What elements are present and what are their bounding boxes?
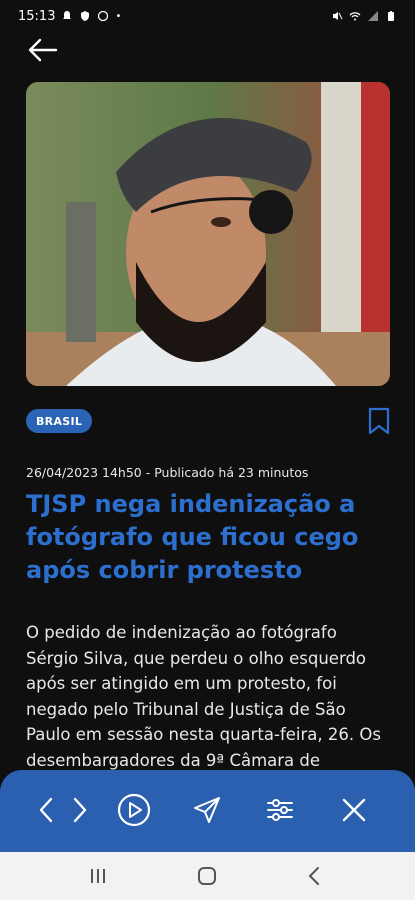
status-time: 15:13 [18, 8, 56, 24]
settings-button[interactable] [262, 792, 298, 828]
status-bar: 15:13 • [0, 0, 415, 32]
next-button[interactable] [62, 792, 98, 828]
article-photo [26, 82, 390, 386]
mute-icon [333, 12, 343, 20]
battery-icon [388, 11, 394, 21]
recent-apps-icon[interactable] [86, 864, 110, 888]
home-icon[interactable] [195, 864, 219, 888]
previous-button[interactable] [28, 792, 64, 828]
wifi-icon [349, 12, 361, 21]
article-title: TJSP nega indenização a fotógrafo que fi… [26, 490, 359, 584]
article-toolbar [0, 770, 415, 852]
system-nav-bar [0, 852, 415, 900]
settings-icon [267, 799, 293, 821]
whatsapp-icon [98, 10, 109, 22]
play-icon [117, 793, 151, 827]
shield-icon [81, 11, 90, 21]
previous-icon [39, 797, 53, 823]
signal-icon [368, 11, 378, 21]
next-icon [73, 797, 87, 823]
play-audio-button[interactable] [116, 792, 152, 828]
article-meta: 26/04/2023 14h50 - Publicado há 23 minut… [26, 465, 309, 480]
back-arrow-icon[interactable] [26, 36, 60, 64]
bookmark-icon[interactable] [366, 406, 392, 436]
share-button[interactable] [189, 792, 225, 828]
back-icon[interactable] [303, 864, 327, 888]
bell-icon [63, 11, 72, 19]
close-button[interactable] [336, 792, 372, 828]
category-badge[interactable]: BRASIL [26, 409, 93, 433]
article-body: O pedido de indenização ao fotógrafo Sér… [26, 623, 381, 770]
close-icon [342, 798, 366, 822]
share-icon [194, 797, 220, 823]
